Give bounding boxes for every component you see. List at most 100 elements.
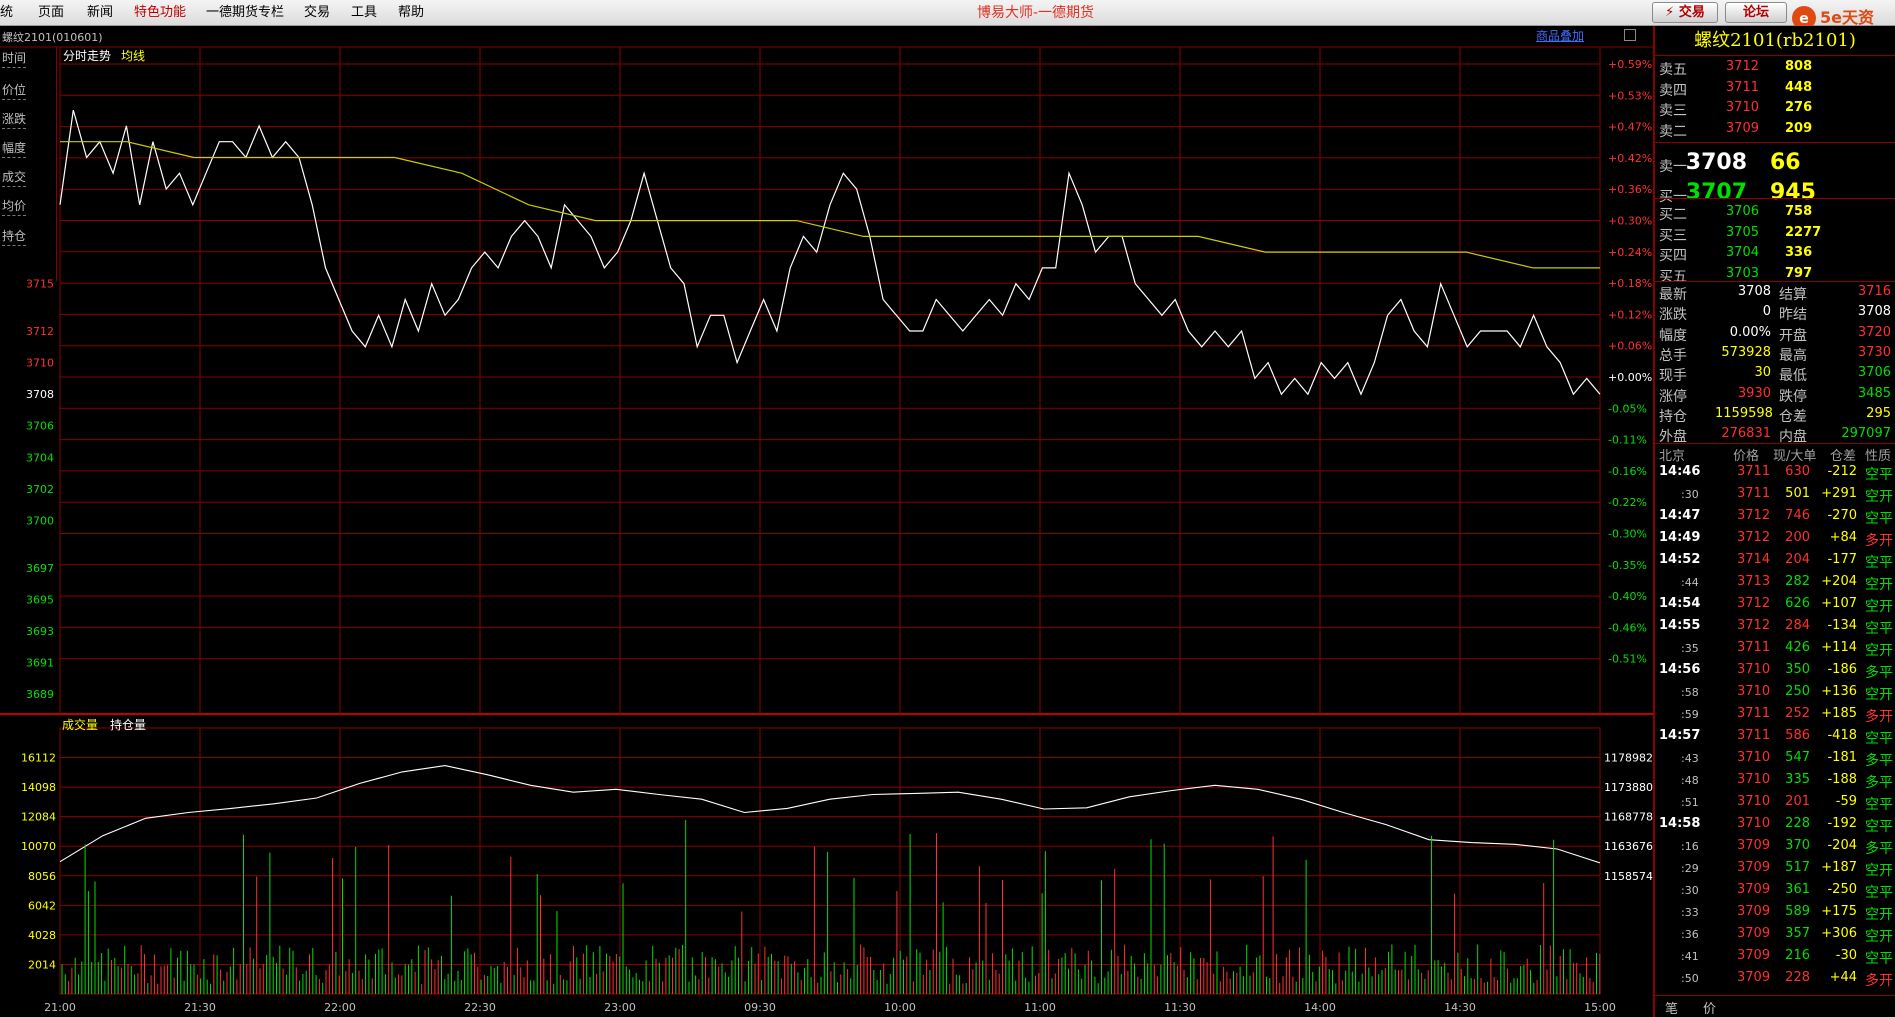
menu-item-7[interactable]: 帮助: [398, 0, 424, 26]
stat-label: 昨结: [1779, 307, 1807, 324]
tick-time: :41: [1681, 950, 1699, 963]
menu-item-5[interactable]: 交易: [304, 0, 330, 26]
oi-line: [59, 765, 1601, 864]
tick-time: :48: [1681, 774, 1699, 787]
pct-tick-label: +0.42%: [1608, 152, 1652, 165]
orderbook-row[interactable]: 卖五 3712 808: [1655, 59, 1895, 79]
pct-tick-label: -0.05%: [1608, 402, 1647, 415]
orderbook-row[interactable]: 买二 3706 758: [1655, 204, 1895, 224]
pct-tick-label: -0.16%: [1608, 465, 1647, 478]
tick-time: :59: [1681, 708, 1699, 721]
tick-header: 仓差: [1830, 449, 1857, 464]
tick-price: 3709: [1737, 882, 1771, 897]
info-label-0: 时间: [2, 51, 27, 65]
tick-nature: 多平: [1865, 775, 1893, 791]
volume-tick-label: 16112: [21, 752, 56, 765]
orderbook-volume: 808: [1785, 59, 1813, 74]
tick-price: 3710: [1737, 816, 1771, 831]
tick-price: 3712: [1737, 530, 1771, 545]
chart-area[interactable]: 21:00 21:30 22:00 22:30 23:00 09:30 10:00 11:00…: [0, 26, 1653, 1017]
tick-price: 3714: [1737, 552, 1771, 567]
tick-nature: 空平: [1865, 951, 1893, 967]
tick-nature: 空开: [1865, 599, 1893, 615]
orderbook-row[interactable]: 买一 3707 945: [1655, 180, 1895, 205]
menu-item-4[interactable]: 一德期货专栏: [206, 0, 284, 26]
menu-item-0[interactable]: 统: [0, 0, 13, 26]
menu-item-3[interactable]: 特色功能: [134, 0, 186, 26]
info-separator: [2, 186, 26, 187]
tick-nature: 空平: [1865, 885, 1893, 901]
stat-label: 最高: [1779, 347, 1807, 364]
orderbook-row[interactable]: 买四 3704 336: [1655, 245, 1895, 265]
time-tick-label: 21:00: [44, 1001, 76, 1014]
tick-volume: 350: [1785, 662, 1810, 677]
time-tick-label: 14:30: [1444, 1001, 1476, 1014]
stat-value: 1159598: [1715, 405, 1773, 421]
tick-oi-change: -188: [1827, 772, 1857, 787]
stats-separator: [1655, 443, 1895, 444]
orderbook-row[interactable]: 买五 3703 797: [1655, 266, 1895, 286]
orderbook-price: 3703: [1725, 265, 1759, 281]
price-tick-label: 3697: [26, 562, 54, 575]
orderbook-price: 3708: [1685, 150, 1747, 175]
bottom-tab-1[interactable]: 价: [1703, 998, 1716, 1017]
tick-nature: 空平: [1865, 731, 1893, 747]
orderbook-row[interactable]: 卖二 3709 209: [1655, 121, 1895, 141]
tick-time: :29: [1681, 862, 1699, 875]
orderbook-separator: [1655, 142, 1895, 143]
orderbook-label: 卖四: [1659, 82, 1687, 99]
overlay-link[interactable]: 商品叠加: [1536, 27, 1584, 44]
volume-tick-label: 14098: [21, 781, 56, 794]
menu-item-2[interactable]: 新闻: [87, 0, 113, 26]
orderbook-row[interactable]: 买三 3705 2277: [1655, 225, 1895, 245]
orderbook-volume: 209: [1785, 120, 1813, 136]
tick-volume: 426: [1785, 640, 1810, 655]
trade-button[interactable]: ⚡ 交易: [1652, 2, 1718, 23]
orderbook-row[interactable]: 卖一 3708 66: [1655, 150, 1895, 175]
tick-volume: 216: [1785, 948, 1810, 963]
orderbook-price: 3709: [1725, 120, 1759, 136]
tick-header: 现/大单: [1773, 449, 1817, 464]
intraday-chart-svg[interactable]: 21:00 21:30 22:00 22:30 23:00 09:30 10:00 11:00…: [0, 26, 1653, 1017]
tick-header: 北京: [1659, 449, 1686, 464]
tick-volume: 201: [1785, 794, 1810, 809]
menu-item-6[interactable]: 工具: [351, 0, 377, 26]
price-tick-label: 3689: [26, 688, 54, 701]
tick-oi-change: -192: [1827, 816, 1857, 831]
tick-price: 3711: [1737, 728, 1771, 743]
tick-price: 3710: [1737, 772, 1771, 787]
tick-header: 价格: [1733, 449, 1760, 464]
chart-toggle-icon[interactable]: [1624, 29, 1636, 41]
stat-value: 297097: [1841, 426, 1891, 442]
orderbook-row[interactable]: 卖四 3711 448: [1655, 80, 1895, 100]
pct-tick-label: +0.59%: [1608, 58, 1652, 71]
forum-button[interactable]: 论坛: [1725, 2, 1787, 23]
info-label-3: 幅度: [2, 141, 27, 155]
tick-volume: 361: [1785, 882, 1810, 897]
info-separator: [2, 128, 26, 129]
pct-tick-label: -0.22%: [1608, 496, 1647, 509]
oi-tick-label: 1163676: [1604, 840, 1653, 853]
pct-tick-label: +0.00%: [1608, 371, 1652, 384]
bottom-tab-0[interactable]: 笔: [1665, 998, 1678, 1017]
tick-volume: 335: [1785, 772, 1810, 787]
tick-price: 3709: [1737, 970, 1771, 985]
tick-price: 3711: [1737, 486, 1771, 501]
stat-value: 3716: [1857, 284, 1891, 299]
tick-time: 14:49: [1659, 530, 1701, 545]
tick-oi-change: +114: [1821, 640, 1857, 655]
menu-item-1[interactable]: 页面: [38, 0, 64, 26]
price-tick-label: 3691: [26, 656, 54, 669]
tick-nature: 空开: [1865, 489, 1893, 505]
tick-nature: 多开: [1865, 533, 1893, 549]
orderbook-volume: 66: [1770, 150, 1801, 175]
orderbook-label: 卖二: [1659, 123, 1687, 140]
stat-value: 0.00%: [1729, 324, 1771, 340]
stat-value: 573928: [1721, 344, 1771, 360]
orderbook-row[interactable]: 卖三 3710 276: [1655, 100, 1895, 120]
stat-label: 总手: [1659, 347, 1687, 364]
tick-volume: 250: [1785, 684, 1810, 699]
tick-time: :30: [1681, 884, 1699, 897]
orderbook-price: 3710: [1725, 100, 1759, 115]
tick-volume: 228: [1785, 970, 1810, 985]
